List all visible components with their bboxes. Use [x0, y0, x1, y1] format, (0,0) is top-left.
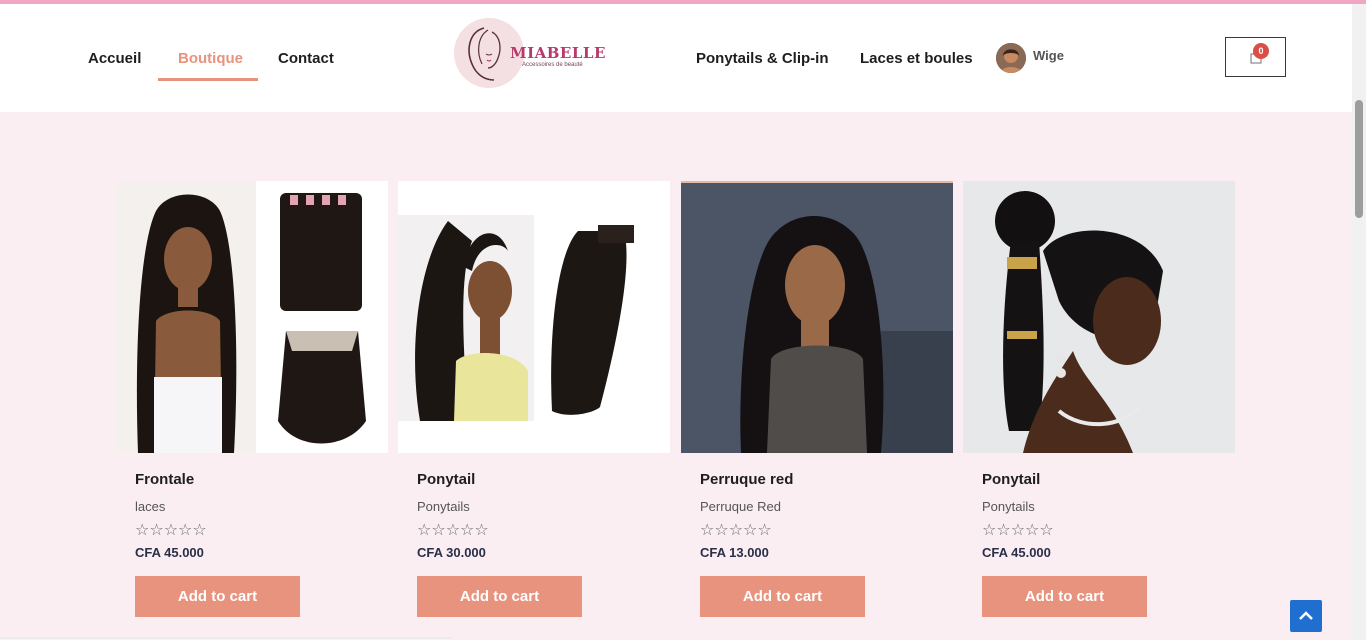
rating-stars: ☆☆☆☆☆	[417, 522, 489, 539]
product-card: Frontale laces ☆☆☆☆☆ CFA 45.000 Add to c…	[116, 181, 388, 621]
product-image[interactable]	[116, 181, 388, 453]
brand-name: MIABELLE	[510, 44, 606, 62]
cart-count-badge: 0	[1253, 43, 1269, 59]
product-card: Ponytail Ponytails ☆☆☆☆☆ CFA 30.000 Add …	[398, 181, 670, 621]
user-avatar[interactable]	[996, 43, 1026, 73]
product-image[interactable]	[681, 181, 953, 453]
add-to-cart-button[interactable]: Add to cart	[700, 576, 865, 617]
product-price: CFA 30.000	[417, 545, 486, 560]
chevron-up-icon	[1299, 611, 1313, 620]
product-image[interactable]	[398, 181, 670, 453]
add-to-cart-button[interactable]: Add to cart	[417, 576, 582, 617]
product-title[interactable]: Ponytail	[982, 471, 1040, 488]
product-price: CFA 45.000	[135, 545, 204, 560]
product-image[interactable]	[963, 181, 1235, 453]
user-name[interactable]: Wige	[1033, 48, 1064, 63]
product-category: Ponytails	[417, 499, 470, 514]
rating-stars: ☆☆☆☆☆	[700, 522, 772, 539]
nav-shop[interactable]: Boutique	[178, 50, 243, 67]
product-category: laces	[135, 499, 166, 514]
product-title[interactable]: Perruque red	[700, 471, 793, 488]
divider	[0, 637, 452, 639]
nav-active-underline	[158, 78, 258, 81]
nav-laces[interactable]: Laces et boules	[860, 50, 973, 67]
product-category: Perruque Red	[700, 499, 781, 514]
nav-ponytails[interactable]: Ponytails & Clip-in	[696, 50, 829, 67]
product-title[interactable]: Frontale	[135, 471, 194, 488]
site-logo[interactable]: MIABELLE Accessoires de beauté	[452, 16, 605, 92]
back-to-top-button[interactable]	[1290, 600, 1322, 632]
product-title[interactable]: Ponytail	[417, 471, 475, 488]
product-price: CFA 45.000	[982, 545, 1051, 560]
site-header: Accueil Boutique Contact MIABELLE Access…	[0, 4, 1352, 112]
scrollbar-thumb[interactable]	[1355, 100, 1363, 218]
brand-tagline: Accessoires de beauté	[522, 62, 583, 68]
product-card: Ponytail Ponytails ☆☆☆☆☆ CFA 45.000 Add …	[963, 181, 1235, 621]
product-category: Ponytails	[982, 499, 1035, 514]
add-to-cart-button[interactable]: Add to cart	[135, 576, 300, 617]
cart-button[interactable]: 0	[1225, 37, 1286, 77]
page-scrollbar[interactable]	[1352, 4, 1366, 640]
add-to-cart-button[interactable]: Add to cart	[982, 576, 1147, 617]
product-card: Perruque red Perruque Red ☆☆☆☆☆ CFA 13.0…	[681, 181, 953, 621]
nav-home[interactable]: Accueil	[88, 50, 141, 67]
product-price: CFA 13.000	[700, 545, 769, 560]
rating-stars: ☆☆☆☆☆	[982, 522, 1054, 539]
rating-stars: ☆☆☆☆☆	[135, 522, 207, 539]
nav-contact[interactable]: Contact	[278, 50, 334, 67]
